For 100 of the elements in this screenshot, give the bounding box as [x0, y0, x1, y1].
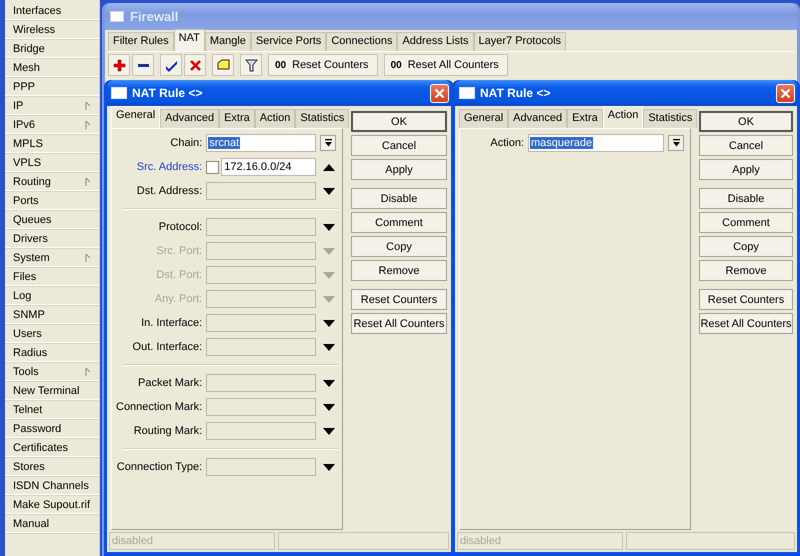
input-field[interactable] [206, 290, 316, 308]
input-field[interactable] [206, 314, 316, 332]
input-field[interactable] [206, 398, 316, 416]
tab[interactable]: Layer7 Protocols [474, 32, 566, 51]
menu-item[interactable]: Certificates [5, 439, 99, 458]
dialog-button[interactable]: Reset Counters [699, 289, 793, 310]
dialog-button[interactable]: Comment [351, 212, 447, 233]
tab[interactable]: Action [254, 109, 296, 128]
field-link[interactable]: Src. Address: [112, 161, 202, 173]
checkbox[interactable] [206, 160, 220, 174]
input-field[interactable] [206, 458, 316, 476]
dialog-button[interactable]: Remove [699, 260, 793, 281]
dialog-button[interactable]: Comment [699, 212, 793, 233]
down-arrow-icon[interactable] [323, 404, 335, 410]
input-field[interactable] [206, 374, 316, 392]
tab[interactable]: Advanced [508, 109, 568, 128]
dialog-button[interactable]: Cancel [351, 135, 447, 156]
close-button[interactable] [776, 84, 795, 102]
enable-button[interactable] [160, 54, 182, 76]
dropdown-button[interactable] [320, 135, 336, 151]
dialog-button[interactable]: OK [699, 111, 793, 132]
tab[interactable]: Action [602, 106, 644, 128]
menu-item[interactable]: Mesh [5, 59, 99, 78]
menu-item[interactable]: IP [5, 97, 99, 116]
dialog-button[interactable]: Cancel [699, 135, 793, 156]
dialog-button[interactable]: Apply [699, 159, 793, 180]
input-field[interactable]: 172.16.0.0/24 [221, 158, 316, 176]
input-field[interactable] [206, 218, 316, 236]
menu-item[interactable]: Tools [5, 363, 99, 382]
input-field[interactable] [206, 338, 316, 356]
tab[interactable]: NAT [174, 29, 205, 51]
dialog-button[interactable]: Disable [351, 188, 447, 209]
dialog-button[interactable]: Copy [699, 236, 793, 257]
dialog-button[interactable]: Reset All Counters [699, 313, 793, 334]
comment-button[interactable] [212, 54, 234, 76]
down-arrow-icon[interactable] [323, 428, 335, 434]
input-field[interactable]: srcnat [206, 134, 316, 152]
input-field[interactable] [206, 182, 316, 200]
down-arrow-icon[interactable] [323, 464, 335, 470]
dialog-button[interactable]: Reset Counters [351, 289, 447, 310]
menu-item[interactable]: Ports [5, 192, 99, 211]
filter-button[interactable] [240, 54, 262, 76]
reset-counters-button[interactable]: 00 Reset All Counters [384, 54, 508, 76]
menu-item[interactable]: Files [5, 268, 99, 287]
tab[interactable]: Filter Rules [108, 32, 174, 51]
menu-item[interactable]: New Terminal [5, 382, 99, 401]
dialog-button[interactable]: Apply [351, 159, 447, 180]
menu-item[interactable]: Wireless [5, 21, 99, 40]
menu-item[interactable]: Radius [5, 344, 99, 363]
tab[interactable]: Statistics [295, 109, 350, 128]
tab[interactable]: Service Ports [250, 32, 326, 51]
menu-item[interactable]: System [5, 249, 99, 268]
down-arrow-icon[interactable] [323, 380, 335, 386]
tab[interactable]: Extra [567, 109, 603, 128]
menu-item[interactable]: Drivers [5, 230, 99, 249]
menu-item[interactable]: Manual [5, 515, 99, 534]
input-field[interactable]: masquerade [528, 134, 664, 152]
menu-item[interactable]: Make Supout.rif [5, 496, 99, 515]
dialog-button[interactable]: Reset All Counters [351, 313, 447, 334]
tab[interactable]: General [459, 109, 508, 128]
menu-item[interactable]: Interfaces [5, 2, 99, 21]
menu-item[interactable]: ISDN Channels [5, 477, 99, 496]
dialog-button[interactable]: Copy [351, 236, 447, 257]
menu-item[interactable]: Bridge [5, 40, 99, 59]
menu-item[interactable]: Routing [5, 173, 99, 192]
input-field[interactable] [206, 266, 316, 284]
menu-item[interactable]: IPv6 [5, 116, 99, 135]
input-field[interactable] [206, 422, 316, 440]
tab[interactable]: Extra [219, 109, 255, 128]
menu-item[interactable]: Queues [5, 211, 99, 230]
menu-item[interactable]: PPP [5, 78, 99, 97]
menu-item[interactable]: VPLS [5, 154, 99, 173]
dialog-button[interactable]: Remove [351, 260, 447, 281]
disable-button[interactable] [184, 54, 206, 76]
close-button[interactable] [430, 84, 449, 102]
menu-item[interactable]: SNMP [5, 306, 99, 325]
reset-counters-button[interactable]: 00 Reset Counters [268, 54, 378, 76]
menu-item[interactable]: Stores [5, 458, 99, 477]
tab[interactable]: General [111, 106, 160, 128]
dialog-button[interactable]: OK [351, 111, 447, 132]
down-arrow-icon[interactable] [323, 344, 335, 350]
down-arrow-icon[interactable] [323, 320, 335, 326]
menu-item[interactable]: Telnet [5, 401, 99, 420]
tab[interactable]: Advanced [160, 109, 220, 128]
add-button[interactable] [108, 54, 130, 76]
tab[interactable]: Statistics [643, 109, 698, 128]
remove-button[interactable] [132, 54, 154, 76]
down-arrow-icon[interactable] [323, 224, 335, 230]
tab[interactable]: Connections [326, 32, 398, 51]
menu-item[interactable]: Users [5, 325, 99, 344]
tab[interactable]: Address Lists [397, 32, 474, 51]
down-arrow-icon[interactable] [323, 188, 335, 194]
up-arrow-icon[interactable] [323, 164, 335, 170]
input-field[interactable] [206, 242, 316, 260]
dropdown-button[interactable] [668, 135, 684, 151]
menu-item[interactable]: MPLS [5, 135, 99, 154]
menu-item[interactable]: Log [5, 287, 99, 306]
dialog-button[interactable]: Disable [699, 188, 793, 209]
menu-item[interactable]: Password [5, 420, 99, 439]
tab[interactable]: Mangle [204, 32, 251, 51]
